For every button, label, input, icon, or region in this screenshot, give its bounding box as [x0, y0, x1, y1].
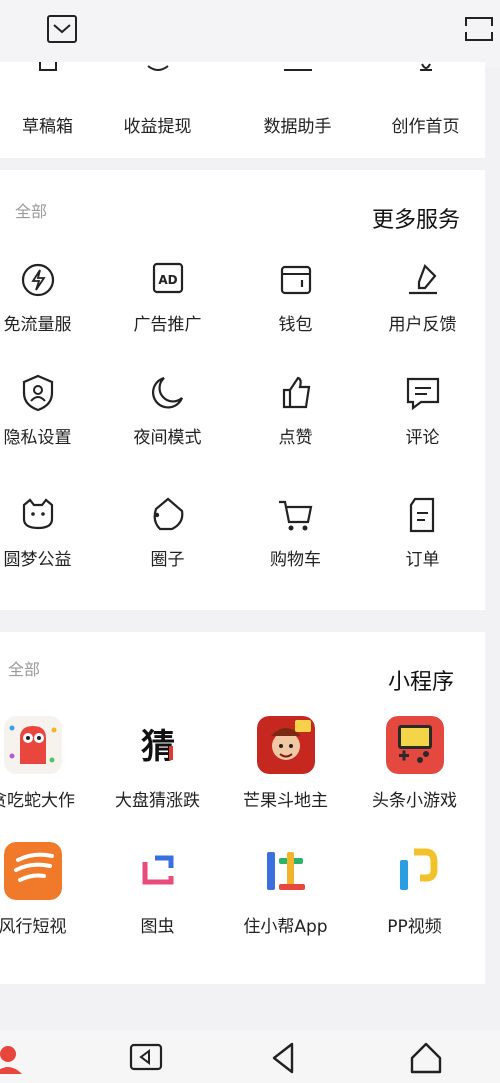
charity-button[interactable]: 圆梦公益: [0, 495, 100, 570]
orders-button[interactable]: 订单: [360, 495, 485, 570]
circle-group-label: 圈子: [150, 550, 185, 570]
order-icon: [409, 497, 434, 533]
wallet-label: 钱包: [278, 315, 313, 335]
back-triangle-icon[interactable]: [266, 1038, 302, 1074]
privacy-shield-icon: [22, 374, 53, 412]
privacy-settings-label: 隐私设置: [3, 428, 72, 448]
ad-promotion-label: 广告推广: [133, 315, 202, 335]
mini-program-toutiao-games-label: 头条小游戏: [372, 791, 457, 811]
mini-program-toutiao-games[interactable]: 头条小游戏: [352, 716, 477, 811]
lightning-icon: [21, 263, 54, 297]
data-assistant-button[interactable]: 数据助手: [235, 62, 360, 137]
creator-home-button[interactable]: 创作首页: [363, 62, 488, 137]
mini-program-zhuxiaobang-label: 住小帮App: [243, 917, 328, 937]
mini-program-funshion-label: 风行短视: [0, 917, 67, 937]
mini-program-tuchong-label: 图虫: [140, 917, 175, 937]
more-services-all-link[interactable]: 全部: [15, 198, 47, 222]
more-services-title: 更多服务: [372, 208, 461, 233]
mini-program-landlord-label: 芒果斗地主: [243, 791, 328, 811]
night-mode-label: 夜间模式: [133, 428, 202, 448]
funshion-app-icon: [3, 842, 62, 900]
mini-program-pp-video[interactable]: PP视频: [352, 842, 477, 937]
charity-label: 圆梦公益: [3, 550, 72, 570]
user-feedback-label: 用户反馈: [388, 315, 457, 335]
draft-icon: [38, 62, 57, 71]
orders-label: 订单: [405, 550, 440, 570]
comment-icon: [406, 377, 439, 411]
moon-icon: [151, 376, 183, 409]
earnings-withdraw-label: 收益提现: [123, 117, 192, 137]
wallet-button[interactable]: 钱包: [233, 260, 358, 335]
mini-program-stock-guess[interactable]: 猜 大盘猜涨跌: [95, 716, 220, 811]
stock-guess-app-icon: 猜: [128, 716, 187, 774]
mini-program-landlord[interactable]: 芒果斗地主: [223, 716, 348, 811]
circle-icon: [153, 497, 183, 531]
mini-program-funshion[interactable]: 风行短视: [0, 842, 95, 937]
home-icon[interactable]: [408, 1038, 444, 1074]
creator-home-label: 创作首页: [391, 117, 460, 137]
mini-program-snake[interactable]: 贪吃蛇大作: [0, 716, 95, 811]
mini-program-tuchong[interactable]: 图虫: [95, 842, 220, 937]
mail-icon[interactable]: [45, 12, 79, 46]
snake-game-app-icon: [3, 716, 62, 774]
landlord-game-app-icon: [256, 716, 315, 774]
circle-group-button[interactable]: 圈子: [105, 495, 230, 570]
creator-home-icon: [419, 63, 432, 71]
mini-program-stock-guess-label: 大盘猜涨跌: [115, 791, 200, 811]
mini-programs-all-link[interactable]: 全部: [8, 656, 40, 680]
likes-label: 点赞: [278, 428, 313, 448]
night-mode-button[interactable]: 夜间模式: [105, 373, 230, 448]
mini-program-snake-label: 贪吃蛇大作: [0, 791, 75, 811]
ad-promotion-button[interactable]: AD 广告推广: [105, 260, 230, 335]
likes-button[interactable]: 点赞: [233, 373, 358, 448]
privacy-settings-button[interactable]: 隐私设置: [0, 373, 100, 448]
thumbs-up-icon: [282, 376, 310, 409]
comments-button[interactable]: 评论: [360, 373, 485, 448]
mini-programs-title: 小程序: [388, 670, 455, 695]
shopping-cart-button[interactable]: 购物车: [233, 495, 358, 570]
data-icon: [283, 69, 312, 71]
draft-box-button[interactable]: 草稿箱: [0, 62, 110, 137]
ad-icon: AD: [152, 262, 183, 294]
comments-label: 评论: [405, 428, 440, 448]
tuchong-app-icon: [128, 842, 187, 900]
free-data-service-button[interactable]: 免流量服: [0, 260, 100, 335]
free-data-service-label: 免流量服: [3, 315, 72, 335]
feedback-icon: [408, 264, 437, 295]
earnings-withdraw-button[interactable]: 收益提现: [95, 62, 220, 137]
zhuxiaobang-app-icon: [256, 842, 315, 900]
more-services-card: 全部 更多服务 免流量服 AD 广告推广 钱包 用户反馈 隐私设置 夜间模式 点…: [0, 170, 485, 610]
mini-program-pp-video-label: PP视频: [387, 917, 442, 937]
toutiao-games-app-icon: [385, 716, 444, 774]
data-assistant-label: 数据助手: [263, 117, 332, 137]
scan-icon[interactable]: [462, 12, 496, 46]
cart-icon: [278, 500, 312, 531]
pp-video-app-icon: [385, 842, 444, 900]
shopping-cart-label: 购物车: [270, 550, 321, 570]
top-bar: [0, 0, 500, 68]
user-feedback-button[interactable]: 用户反馈: [360, 260, 485, 335]
profile-icon[interactable]: [0, 1038, 36, 1074]
mini-program-zhuxiaobang[interactable]: 住小帮App: [223, 842, 348, 937]
bottom-navigation-bar: [0, 1030, 500, 1083]
earnings-icon: [146, 65, 169, 71]
wallet-icon: [280, 265, 311, 295]
back-square-icon[interactable]: [128, 1038, 164, 1074]
svg-text:AD: AD: [158, 273, 177, 287]
draft-box-label: 草稿箱: [22, 117, 73, 137]
creator-tools-card: 草稿箱 收益提现 数据助手 创作首页: [0, 62, 485, 158]
charity-cat-icon: [22, 498, 53, 530]
mini-programs-card: 全部 小程序 贪吃蛇大作 猜 大盘猜涨跌: [0, 632, 485, 984]
